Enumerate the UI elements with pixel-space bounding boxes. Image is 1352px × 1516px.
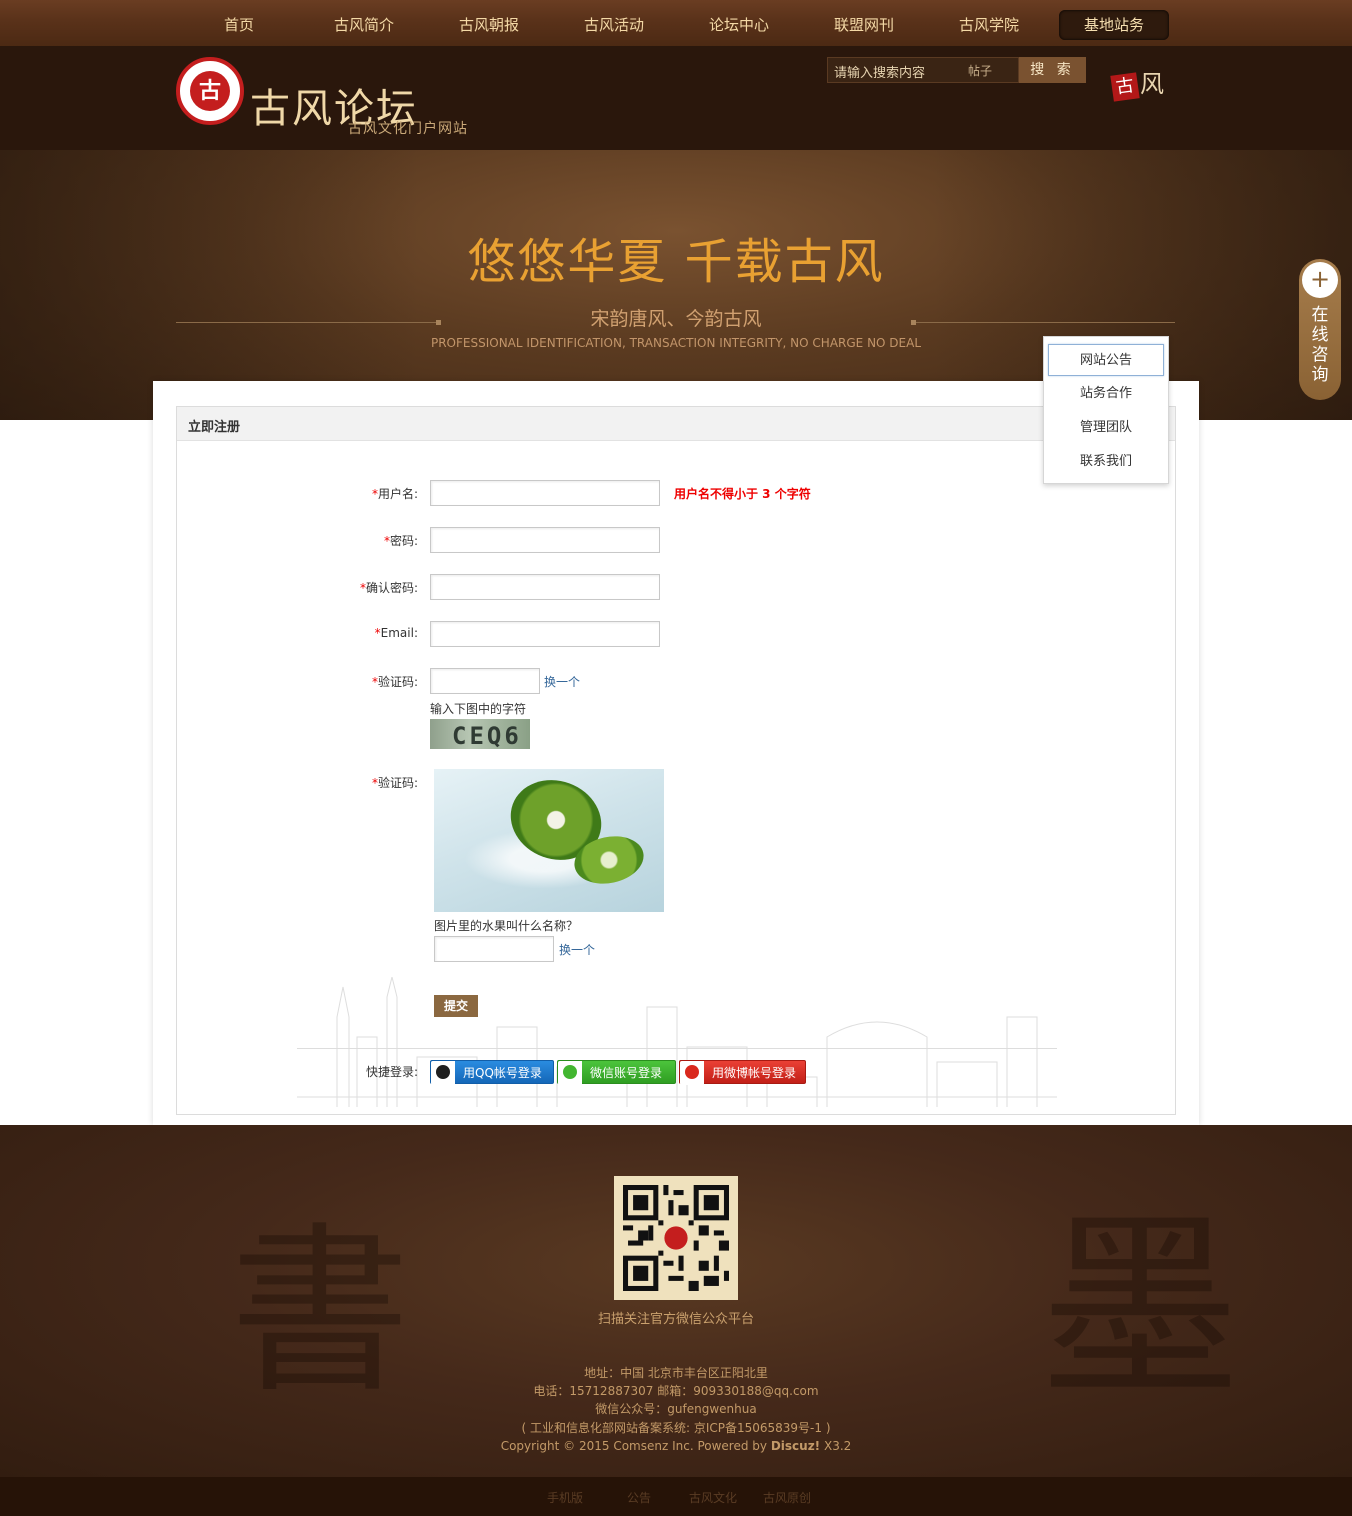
brand-mark-logo: 古风: [1110, 64, 1164, 102]
footer-copyright: Copyright © 2015 Comsenz Inc. Powered by…: [500, 1439, 852, 1453]
username-input[interactable]: [430, 480, 660, 506]
wechat-login-button[interactable]: 微信账号登录: [557, 1060, 676, 1085]
wechat-qr-code: [614, 1176, 738, 1300]
qr-code-icon: [623, 1185, 729, 1291]
banner-subtitle: 宋韵唐风、今韵古风: [590, 308, 762, 330]
qa-captcha-label: *验证码:: [371, 776, 418, 790]
logo-seal: 古: [190, 71, 230, 111]
consult-label: 在线咨询: [1311, 305, 1329, 385]
qq-icon: [431, 1061, 455, 1085]
qa-answer-input[interactable]: [434, 936, 554, 962]
register-panel: 立即注册: [176, 406, 1176, 1115]
dropdown-item-team[interactable]: 管理团队: [1048, 412, 1164, 444]
footer-contact: 电话：15712887307 邮箱：909330188@qq.com: [533, 1384, 819, 1398]
wechat-icon: [558, 1061, 582, 1085]
dropdown-item-contact[interactable]: 联系我们: [1048, 446, 1164, 478]
nav-activities[interactable]: 古风活动: [559, 10, 669, 40]
station-affairs-dropdown: 网站公告 站务合作 管理团队 联系我们: [1043, 336, 1169, 484]
nav-journal[interactable]: 联盟网刊: [809, 10, 919, 40]
panel-header: 立即注册: [177, 407, 1175, 441]
quick-login-label: 快捷登录:: [365, 1065, 418, 1079]
search-placeholder: 请输入搜索内容: [834, 66, 926, 81]
submit-button[interactable]: 提交: [434, 995, 478, 1017]
dropdown-item-cooperation[interactable]: 站务合作: [1048, 378, 1164, 410]
qr-caption: 扫描关注官方微信公众平台: [597, 1312, 754, 1327]
captcha-text: CEQ6: [452, 722, 522, 750]
search-button[interactable]: 搜 索: [1019, 57, 1086, 83]
qa-question: 图片里的水果叫什么名称？: [434, 919, 579, 933]
captcha-image[interactable]: CEQ6: [430, 719, 530, 750]
captcha-hint: 输入下图中的字符: [430, 702, 527, 716]
banner-title: 悠悠华夏 千载古风: [467, 234, 885, 290]
site-logo[interactable]: 古: [176, 57, 244, 125]
plus-icon: +: [1302, 262, 1338, 298]
footer-link-announcement[interactable]: 公告: [627, 1489, 651, 1506]
nav-forum[interactable]: 论坛中心: [684, 10, 794, 40]
username-error: 用户名不得小于 3 个字符: [674, 487, 811, 501]
nav-academy[interactable]: 古风学院: [934, 10, 1044, 40]
form-divider: [297, 1048, 1057, 1049]
search-input[interactable]: 请输入搜索内容 帖子: [827, 57, 1019, 83]
nav-intro[interactable]: 古风简介: [309, 10, 419, 40]
search-type-select[interactable]: 帖子: [968, 62, 992, 79]
qq-login-button[interactable]: 用QQ帐号登录: [430, 1060, 554, 1085]
footer-icp[interactable]: ( 工业和信息化部网站备案系统: 京ICP备15065839号-1 ): [0, 1419, 1352, 1436]
password-label: *密码:: [383, 534, 418, 548]
brand-text: 风: [1140, 70, 1164, 98]
username-label: *用户名:: [371, 487, 418, 501]
online-consult-button[interactable]: + 在线咨询: [1299, 259, 1341, 400]
weibo-icon: [680, 1061, 704, 1085]
footer-link-mobile[interactable]: 手机版: [547, 1489, 583, 1506]
panel-title: 立即注册: [188, 420, 241, 435]
top-nav: 首页 古风简介 古风朝报 古风活动 论坛中心 联盟网刊 古风学院 基地站务: [0, 0, 1352, 50]
footer-wechat-id: 微信公众号：gufengwenhua: [595, 1402, 757, 1416]
city-skyline-illustration: [297, 977, 1057, 1107]
logo-subtitle: 古风文化门户网站: [348, 121, 468, 137]
nav-home[interactable]: 首页: [184, 10, 294, 40]
confirm-password-label: *确认密码:: [359, 581, 418, 595]
nav-news[interactable]: 古风朝报: [434, 10, 544, 40]
footer-link-culture[interactable]: 古风文化: [689, 1489, 737, 1506]
footer-link-original[interactable]: 古风原创: [763, 1489, 811, 1506]
kiwi-fruit-image: [434, 769, 664, 912]
confirm-password-input[interactable]: [430, 574, 660, 600]
weibo-login-button[interactable]: 用微博帐号登录: [679, 1060, 806, 1085]
discuz-link[interactable]: Discuz!: [771, 1439, 820, 1453]
qa-refresh-link[interactable]: 换一个: [559, 941, 595, 958]
email-input[interactable]: [430, 621, 660, 647]
nav-station-affairs[interactable]: 基地站务: [1059, 10, 1169, 40]
password-input[interactable]: [430, 527, 660, 553]
brand-seal: 古: [1110, 72, 1140, 102]
footer-address: 地址：中国 北京市丰台区正阳北里: [584, 1366, 768, 1380]
captcha-input[interactable]: [430, 668, 540, 694]
captcha-refresh-link[interactable]: 换一个: [544, 673, 580, 690]
captcha-label: *验证码:: [371, 675, 418, 689]
bottom-link-bar: [0, 1477, 1352, 1516]
site-header: 古 古风论坛 古风文化门户网站 请输入搜索内容 帖子 搜 索 古风: [0, 50, 1352, 150]
email-label: *Email:: [374, 626, 418, 640]
dropdown-item-announcement[interactable]: 网站公告: [1048, 344, 1164, 376]
